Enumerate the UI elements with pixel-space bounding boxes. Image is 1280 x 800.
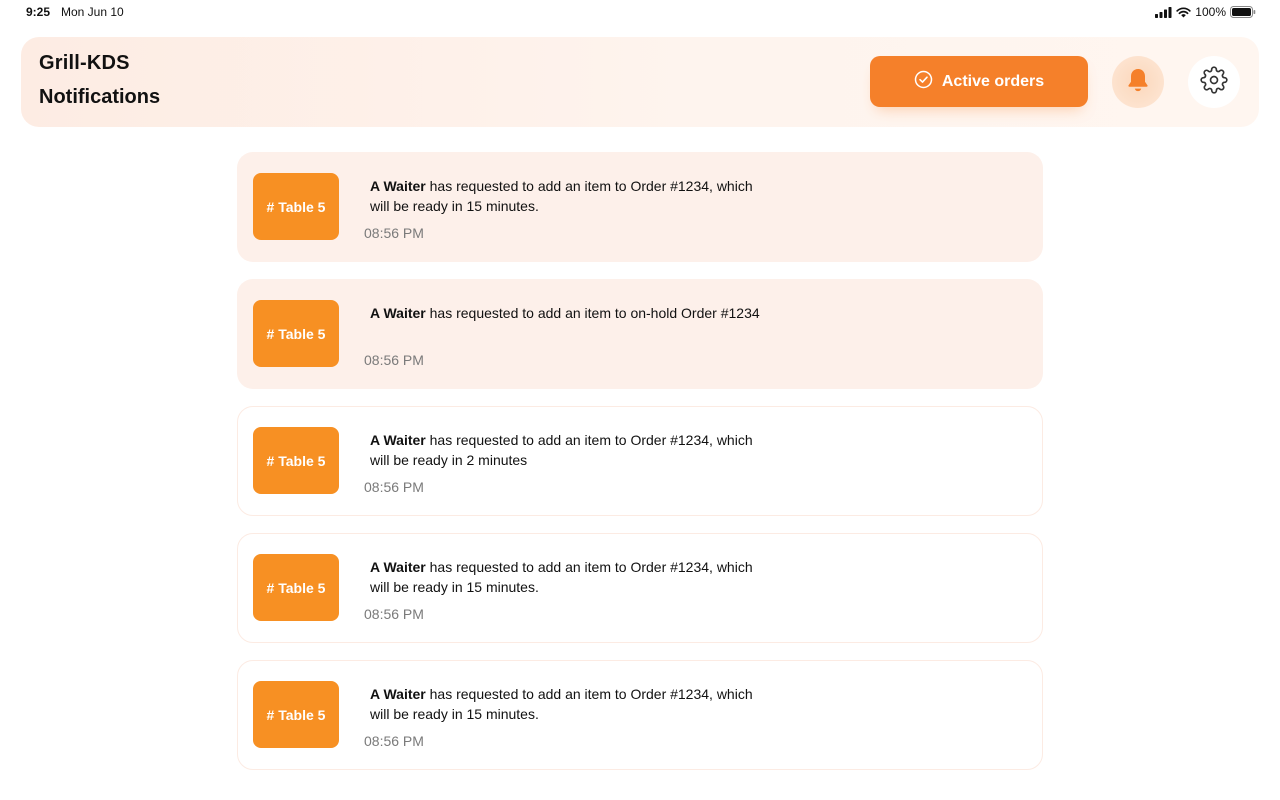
notification-text: has requested to add an item to Order #1… xyxy=(370,559,753,595)
table-badge: # Table 5 xyxy=(253,427,339,494)
notification-item[interactable]: # Table 5 A Waiter has requested to add … xyxy=(237,533,1043,643)
notification-text: has requested to add an item to Order #1… xyxy=(370,432,753,468)
table-badge: # Table 5 xyxy=(253,173,339,240)
header-bar: Grill-KDS Notifications Active orders xyxy=(21,37,1259,127)
wifi-icon xyxy=(1176,6,1191,18)
gear-icon xyxy=(1200,65,1228,99)
notification-time: 08:56 PM xyxy=(364,352,424,368)
notification-time: 08:56 PM xyxy=(364,479,424,495)
table-badge: # Table 5 xyxy=(253,300,339,367)
status-date: Mon Jun 10 xyxy=(61,5,124,19)
notification-item[interactable]: # Table 5 A Waiter has requested to add … xyxy=(237,279,1043,389)
notification-time: 08:56 PM xyxy=(364,733,424,749)
settings-button[interactable] xyxy=(1188,56,1240,108)
check-circle-icon xyxy=(914,70,933,94)
notification-actor: A Waiter xyxy=(370,559,426,575)
active-orders-label: Active orders xyxy=(941,72,1045,90)
notification-item[interactable]: # Table 5 A Waiter has requested to add … xyxy=(237,152,1043,262)
battery-icon xyxy=(1230,6,1256,18)
notification-text: has requested to add an item to Order #1… xyxy=(370,686,753,722)
notification-time: 08:56 PM xyxy=(364,225,424,241)
notification-message: A Waiter has requested to add an item to… xyxy=(370,303,760,323)
notification-time: 08:56 PM xyxy=(364,606,424,622)
notification-item[interactable]: # Table 5 A Waiter has requested to add … xyxy=(237,660,1043,770)
page-title: Notifications xyxy=(39,86,161,108)
status-time: 9:25 xyxy=(26,5,51,19)
notification-actor: A Waiter xyxy=(370,686,426,702)
notification-actor: A Waiter xyxy=(370,178,426,194)
cellular-signal-icon xyxy=(1155,6,1172,18)
bell-icon xyxy=(1126,67,1150,98)
notification-item[interactable]: # Table 5 A Waiter has requested to add … xyxy=(237,406,1043,516)
status-bar: 9:25 Mon Jun 10 100% xyxy=(0,0,1280,24)
notification-text: has requested to add an item to Order #1… xyxy=(370,178,753,214)
notification-message: A Waiter has requested to add an item to… xyxy=(370,684,760,724)
table-badge: # Table 5 xyxy=(253,681,339,748)
notification-actor: A Waiter xyxy=(370,432,426,448)
status-indicators: 100% xyxy=(1155,4,1256,20)
notification-message: A Waiter has requested to add an item to… xyxy=(370,176,760,216)
notification-text: has requested to add an item to on-hold … xyxy=(425,305,760,321)
battery-percent: 100% xyxy=(1195,5,1226,19)
active-orders-button[interactable]: Active orders xyxy=(870,56,1088,107)
notifications-button[interactable] xyxy=(1112,56,1164,108)
notification-message: A Waiter has requested to add an item to… xyxy=(370,557,760,597)
notification-actor: A Waiter xyxy=(370,305,426,321)
notification-message: A Waiter has requested to add an item to… xyxy=(370,430,760,470)
app-title: Grill-KDS xyxy=(39,52,130,74)
table-badge: # Table 5 xyxy=(253,554,339,621)
